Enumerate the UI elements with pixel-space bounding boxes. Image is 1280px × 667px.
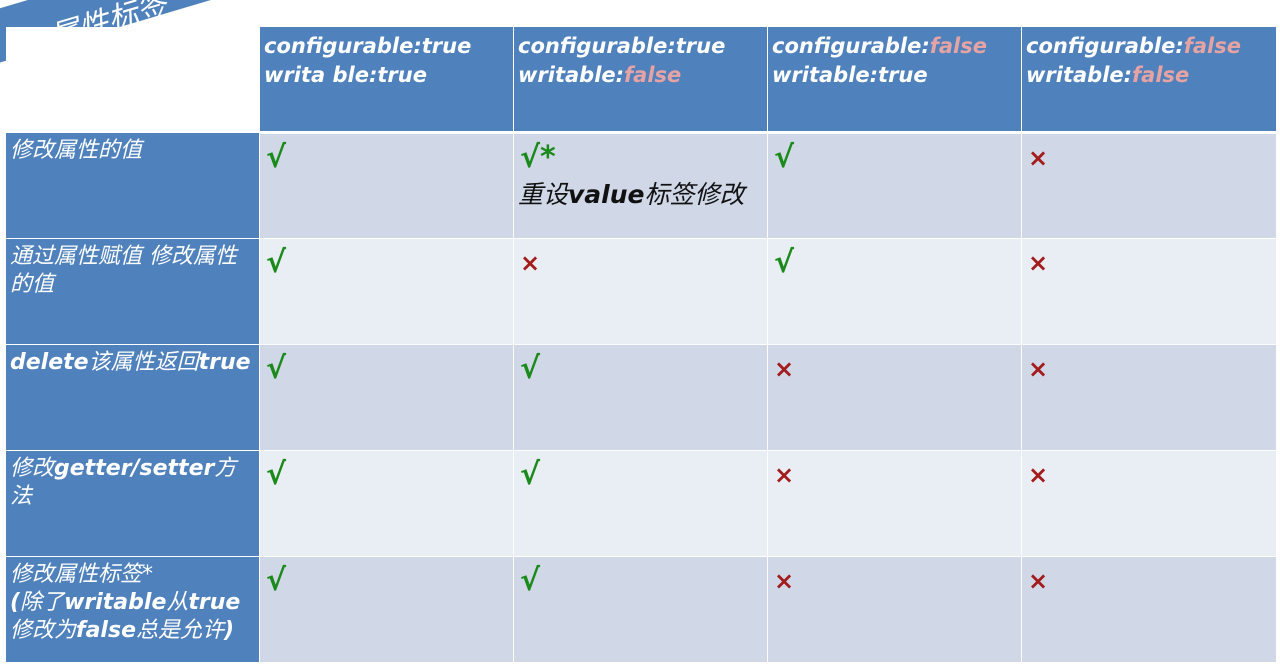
text-segment: value <box>568 180 645 209</box>
cell-note: 重设value标签修改 <box>518 178 763 212</box>
text-segment: configurable: <box>772 34 930 58</box>
text-segment: delete <box>10 350 89 375</box>
table-row: 修改getter/setter方法 √ √ × × <box>5 450 1277 557</box>
text-segment: configurable:true <box>518 34 726 58</box>
permission-cell: √ <box>513 450 768 557</box>
table-row: 修改属性的值 √ √* 重设value标签修改 √ × <box>5 132 1277 239</box>
text-segment: 从 <box>166 590 189 615</box>
text-segment: false <box>1132 63 1190 87</box>
text-segment: 修改为 <box>10 618 77 643</box>
check-icon: √ <box>774 140 795 175</box>
cross-icon: × <box>1028 461 1049 489</box>
text-segment: 通过属性赋值 修改属性的值 <box>10 244 237 297</box>
row-label: 修改getter/setter方法 <box>5 450 260 557</box>
header-cell: configurable:true writable:false <box>513 26 768 134</box>
cross-icon: × <box>1028 249 1049 277</box>
cross-icon: × <box>774 567 795 595</box>
check-icon: √ <box>774 245 795 280</box>
header-cell: configurable:true writa ble:true <box>259 26 514 134</box>
text-segment: 修改属性标签* <box>10 562 154 587</box>
check-icon: √ <box>266 140 287 175</box>
row-label: delete该属性返回true <box>5 344 260 451</box>
check-icon: √* <box>520 140 556 175</box>
text-segment: ) <box>224 618 235 643</box>
permission-cell: √* 重设value标签修改 <box>513 132 768 239</box>
text-segment: configurable:true writa ble:true <box>264 34 472 87</box>
cross-icon: × <box>1028 355 1049 383</box>
text-segment: getter/setter <box>54 456 215 481</box>
header-row: configurable:true writa ble:true configu… <box>5 26 1277 134</box>
permission-cell: × <box>767 556 1022 663</box>
text-segment: 该属性返回 <box>88 350 199 375</box>
check-icon: √ <box>266 351 287 386</box>
check-icon: √ <box>266 457 287 492</box>
permission-cell: √ <box>513 556 768 663</box>
cross-icon: × <box>520 249 541 277</box>
text-segment: ( <box>10 590 21 615</box>
header-cell: configurable:false writable:true <box>767 26 1022 134</box>
text-segment: false <box>1183 34 1241 58</box>
check-icon: √ <box>520 563 541 598</box>
text-segment: 除了 <box>20 590 65 615</box>
check-icon: √ <box>266 245 287 280</box>
permission-cell: √ <box>767 238 1022 345</box>
text-segment: 总是允许 <box>136 618 225 643</box>
cross-icon: × <box>774 355 795 383</box>
permission-cell: √ <box>259 344 514 451</box>
text-segment: 修改 <box>10 456 55 481</box>
permission-cell: √ <box>259 132 514 239</box>
check-icon: √ <box>520 351 541 386</box>
permission-cell: √ <box>259 450 514 557</box>
text-segment: false <box>624 63 682 87</box>
text-segment: 标签修改 <box>644 180 745 209</box>
cross-icon: × <box>1028 144 1049 172</box>
permission-cell: × <box>1021 132 1277 239</box>
permission-cell: × <box>767 344 1022 451</box>
text-segment: false <box>929 34 987 58</box>
permission-cell: × <box>767 450 1022 557</box>
cross-icon: × <box>774 461 795 489</box>
permission-cell: √ <box>767 132 1022 239</box>
corner-cell <box>5 26 260 133</box>
permission-cell: × <box>1021 556 1277 663</box>
cross-icon: × <box>1028 567 1049 595</box>
text-segment: 修改属性的值 <box>10 138 143 163</box>
permission-cell: √ <box>513 344 768 451</box>
row-label: 修改属性的值 <box>5 132 260 239</box>
permission-cell: × <box>1021 238 1277 345</box>
text-segment: writable:true <box>772 63 928 87</box>
row-label: 修改属性标签* (除了writable从true 修改为false总是允许) <box>5 556 260 663</box>
row-label: 通过属性赋值 修改属性的值 <box>5 238 260 345</box>
permission-cell: × <box>1021 450 1277 557</box>
table-row: delete该属性返回true √ √ × × <box>5 344 1277 451</box>
header-cell: configurable:false writable:false <box>1021 26 1277 134</box>
check-icon: √ <box>266 563 287 598</box>
text-segment: writable: <box>518 63 625 87</box>
permission-cell: × <box>1021 344 1277 451</box>
text-segment: configurable: <box>1026 34 1184 58</box>
attribute-table: configurable:true writa ble:true configu… <box>5 26 1277 663</box>
permission-cell: √ <box>259 556 514 663</box>
table-row: 修改属性标签* (除了writable从true 修改为false总是允许) √ √ × × <box>5 556 1277 663</box>
table-row: 通过属性赋值 修改属性的值 √ × √ × <box>5 238 1277 345</box>
text-segment: 重设 <box>518 180 569 209</box>
text-segment: false <box>76 618 136 643</box>
text-segment: true <box>198 350 251 375</box>
text-segment: writable: <box>1026 63 1133 87</box>
text-segment: true <box>188 590 241 615</box>
permission-cell: √ <box>259 238 514 345</box>
permission-cell: × <box>513 238 768 345</box>
text-segment: writable <box>64 590 167 615</box>
check-icon: √ <box>520 457 541 492</box>
